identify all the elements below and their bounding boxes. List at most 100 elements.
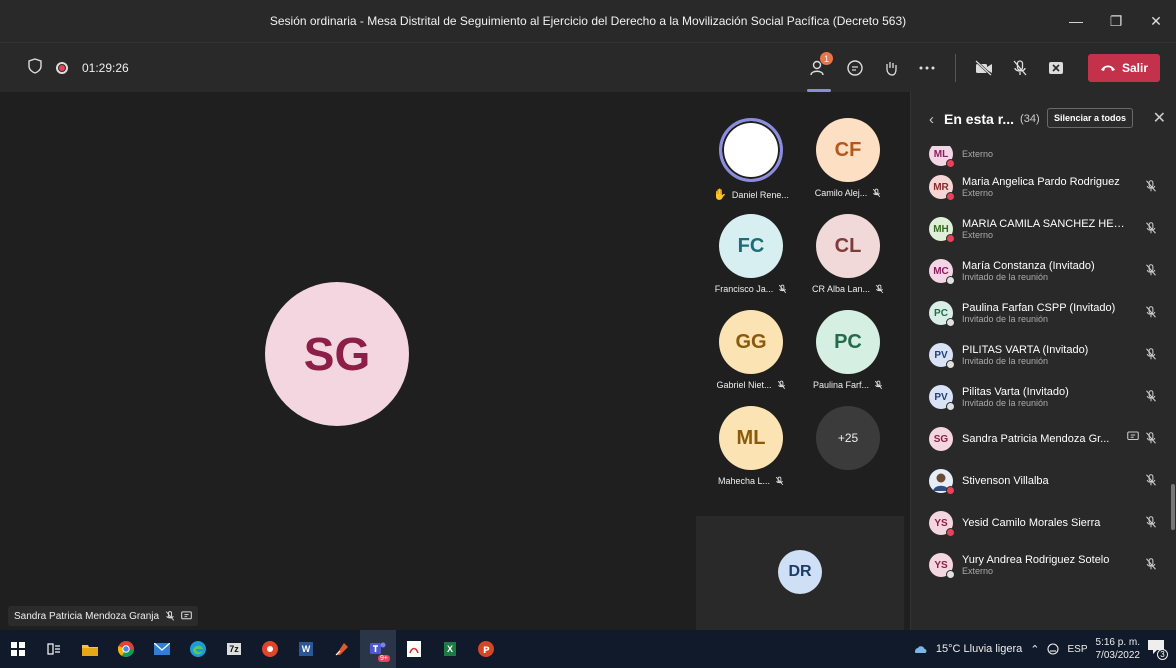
participant-name: Mahecha L... [717,476,771,486]
clock-date: 7/03/2022 [1095,650,1141,661]
mail-icon [154,643,170,655]
list-item[interactable]: MR Maria Angelica Pardo Rodriguez Extern… [911,166,1167,208]
list-item[interactable]: MH MARIA CAMILA SANCHEZ HER... Externo [911,208,1167,250]
status-dot [946,570,955,579]
status-dot [946,486,955,495]
list-item[interactable]: PV Pilitas Varta (Invitado) Invitado de … [911,376,1167,418]
mic-off-icon [1146,180,1156,192]
avatar-initials: YS [934,517,948,529]
speaker-avatar[interactable]: SG [265,282,409,426]
participant-avatar: YS [929,553,955,579]
mic-off-icon [873,188,881,198]
participant-tile[interactable]: CL CR Alba Lan... [798,214,898,294]
shield-icon[interactable] [28,57,42,79]
maximize-button[interactable]: ❐ [1096,0,1136,42]
speaker-name-tag: Sandra Patricia Mendoza Granja [8,606,199,626]
list-item[interactable]: Stivenson Villalba [911,460,1167,502]
participant-name: PILITAS VARTA (Invitado) [962,344,1089,356]
weather-text[interactable]: 15°C Lluvia ligera [936,643,1022,655]
participant-avatar: FC [719,214,783,278]
pdf-icon [407,641,421,657]
teams-button[interactable]: 9+ [360,630,396,668]
reactions-button[interactable] [873,50,909,86]
word-button[interactable]: W [288,630,324,668]
participant-info: Stivenson Villalba [962,475,1130,487]
excel-button[interactable]: X [432,630,468,668]
status-dot [946,234,955,243]
minimize-button[interactable]: — [1056,0,1096,42]
participant-label: CR Alba Lan... [798,284,898,294]
leave-button[interactable]: Salir [1087,54,1160,82]
share-button[interactable] [1038,50,1074,86]
participant-info: Yury Andrea Rodriguez Sotelo Externo [962,554,1130,576]
mail-button[interactable] [144,630,180,668]
close-panel-icon[interactable]: ✕ [1153,108,1166,128]
panel-scrollbar[interactable] [1171,484,1175,530]
acrobat-button[interactable] [396,630,432,668]
avatar-initials: PC [934,307,948,319]
participant-info: Yesid Camilo Morales Sierra [962,517,1130,529]
7zip-button[interactable]: 7z [216,630,252,668]
mute-all-button[interactable]: Silenciar a todos [1047,108,1134,128]
participant-info: Maria Angelica Pardo Rodriguez Externo [962,176,1130,198]
start-button[interactable] [0,630,36,668]
share-tray-icon [1048,62,1063,74]
participant-label: Mahecha L... [701,476,801,486]
list-item[interactable]: YS Yury Andrea Rodriguez Sotelo Externo [911,544,1167,586]
participant-tile[interactable]: FC Francisco Ja... [701,214,801,294]
mic-off-icon [874,380,883,390]
list-item[interactable]: ML Externo [911,146,1167,168]
participant-tile[interactable]: GG Gabriel Niet... [701,310,801,390]
participants-panel: ‹ En esta r... (34) Silenciar a todos ✕ … [910,92,1176,630]
folder-icon [82,644,98,656]
file-explorer-button[interactable] [72,630,108,668]
participant-avatar: MH [929,217,955,243]
list-item[interactable]: SG Sandra Patricia Mendoza Gr... [911,418,1167,460]
participant-info: PILITAS VARTA (Invitado) Invitado de la … [962,344,1130,366]
participant-tile[interactable]: ML Mahecha L... [701,406,801,486]
chrome-icon [118,641,134,657]
raised-hand-icon: ✋ [713,189,727,201]
list-item[interactable]: PV PILITAS VARTA (Invitado) Invitado de … [911,334,1167,376]
clock[interactable]: 5:16 p. m. 7/03/2022 [1096,636,1141,662]
participant-name: Yesid Camilo Morales Sierra [962,517,1101,529]
media-player-icon [262,641,278,657]
participant-name: María Constanza (Invitado) [962,260,1095,272]
more-participants-count: +25 [816,406,880,470]
close-window-button[interactable]: ✕ [1136,0,1176,42]
mic-button[interactable] [1002,50,1038,86]
video-gallery: ✋ Daniel Rene... CF Camilo Alej... FC Fr… [696,92,906,630]
participants-button[interactable]: 1 [801,50,837,92]
speaker-name: Sandra Patricia Mendoza Granja [14,610,160,622]
self-view-tile[interactable]: DR [696,516,904,630]
more-options-button[interactable] [909,50,945,86]
mic-off-icon [165,611,175,621]
network-icon[interactable] [1047,643,1060,655]
avatar-initials: ML [933,148,949,160]
chat-button[interactable] [837,50,873,86]
participant-info: Pilitas Varta (Invitado) Invitado de la … [962,386,1130,408]
list-item[interactable]: YS Yesid Camilo Morales Sierra [911,502,1167,544]
participant-avatar: ML [719,406,783,470]
notifications-button[interactable]: 3 [1148,640,1168,660]
edge-button[interactable] [180,630,216,668]
participant-tile[interactable]: ✋ Daniel Rene... [701,118,801,201]
cloud-rain-icon [914,646,927,653]
more-participants-tile[interactable]: +25 [798,406,898,470]
list-item[interactable]: MC María Constanza (Invitado) Invitado d… [911,250,1167,292]
task-view-button[interactable] [36,630,72,668]
media-button[interactable] [252,630,288,668]
participant-avatar: PC [929,301,955,327]
participant-info: María Constanza (Invitado) Invitado de l… [962,260,1130,282]
ccleaner-button[interactable] [324,630,360,668]
chevron-up-icon[interactable]: ⌃ [1030,643,1039,656]
list-item[interactable]: PC Paulina Farfan CSPP (Invitado) Invita… [911,292,1167,334]
back-chevron-icon[interactable]: ‹ [929,111,934,128]
powerpoint-button[interactable]: P [468,630,504,668]
participant-tile[interactable]: PC Paulina Farf... [798,310,898,390]
main-stage: SG Sandra Patricia Mendoza Granja [0,92,696,630]
camera-button[interactable] [966,50,1002,86]
participant-tile[interactable]: CF Camilo Alej... [798,118,898,198]
chrome-button[interactable] [108,630,144,668]
language-indicator[interactable]: ESP [1067,644,1087,655]
